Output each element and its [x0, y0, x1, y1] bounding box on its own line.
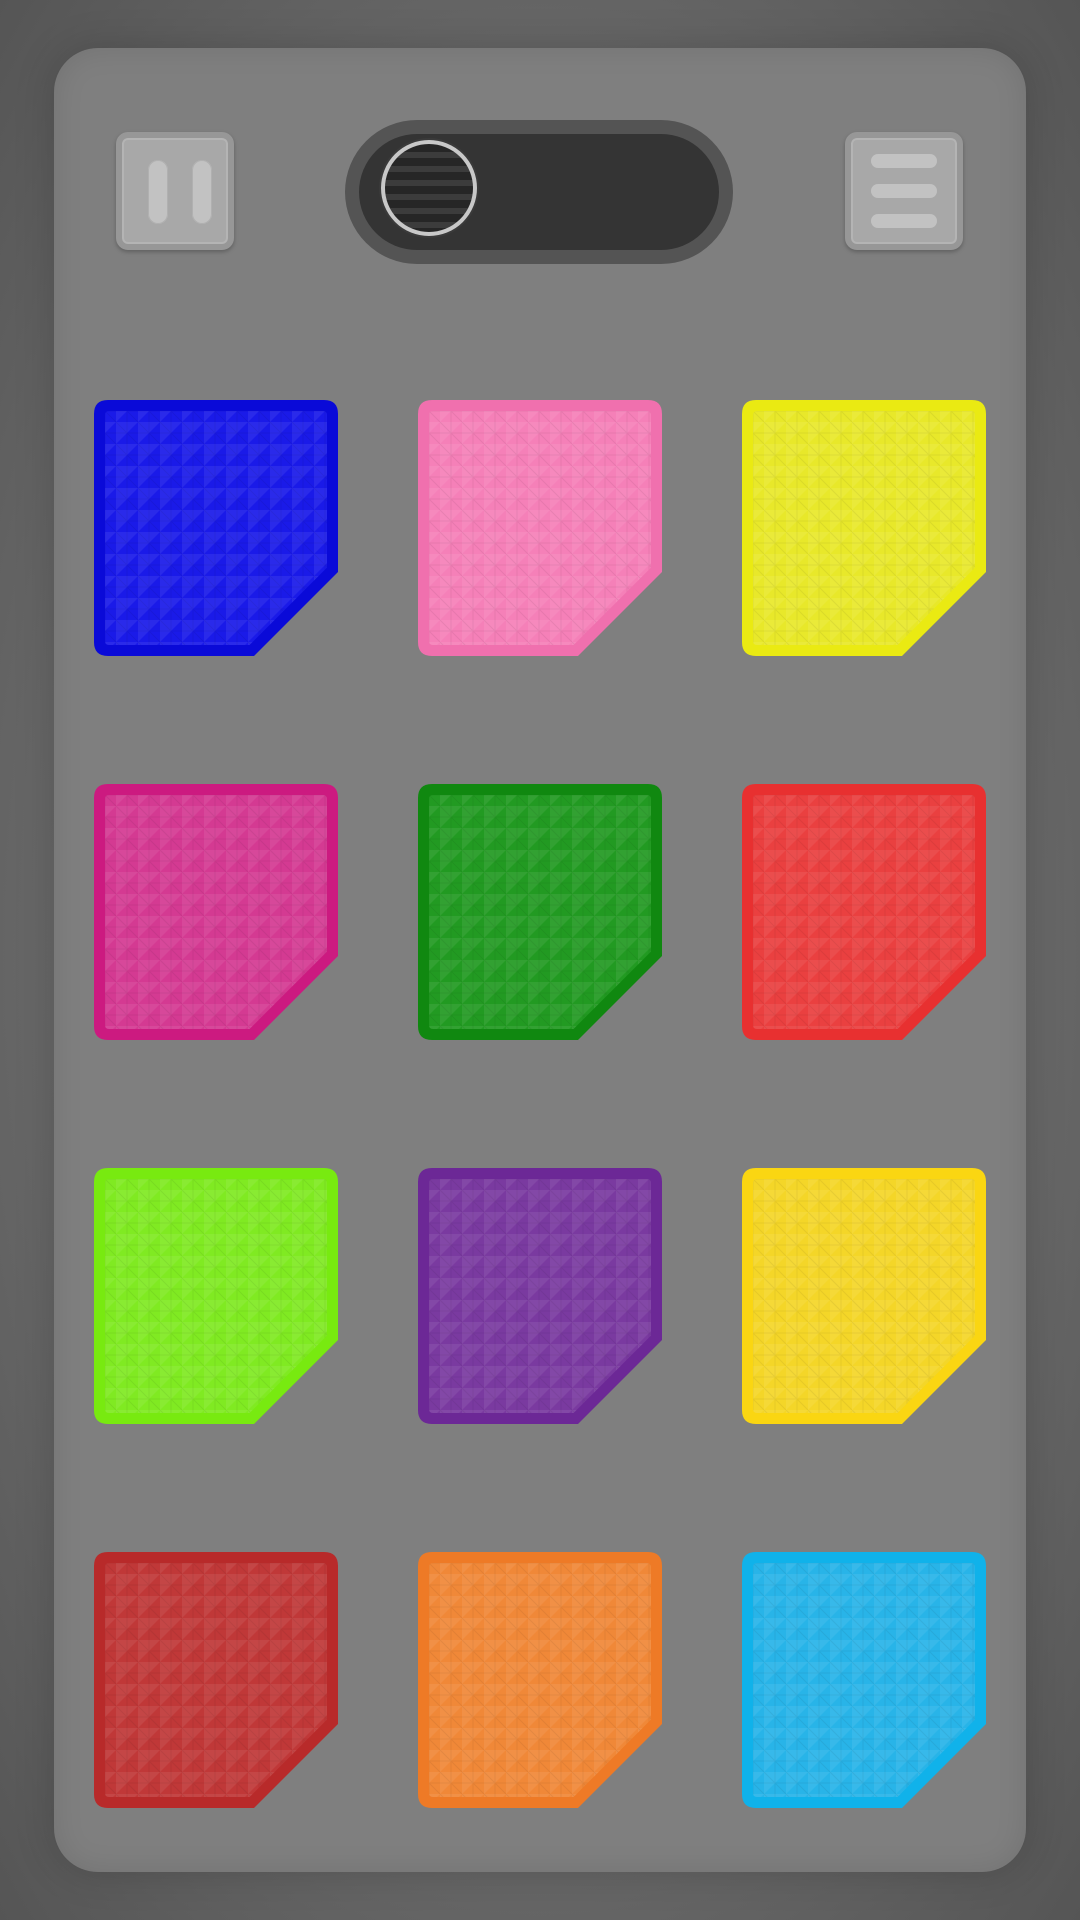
tile-skyblue[interactable]: [742, 1552, 986, 1808]
tile-red[interactable]: [742, 784, 986, 1040]
tile-green[interactable]: [418, 784, 662, 1040]
tile-skyblue-shape: [742, 1552, 986, 1808]
tile-pink[interactable]: [418, 400, 662, 656]
tile-pink-shape: [418, 400, 662, 656]
tile-green-shape: [418, 784, 662, 1040]
menu-icon-line: [871, 184, 937, 198]
tile-purple-shape: [418, 1168, 662, 1424]
tile-darkred[interactable]: [94, 1552, 338, 1808]
menu-icon-line: [871, 214, 937, 228]
tile-orange-shape: [418, 1552, 662, 1808]
toggle-knob[interactable]: [381, 140, 477, 236]
tile-orange[interactable]: [418, 1552, 662, 1808]
tile-magenta[interactable]: [94, 784, 338, 1040]
hamburger-menu-icon: [871, 154, 937, 168]
tile-gold-shape: [742, 1168, 986, 1424]
tile-gold[interactable]: [742, 1168, 986, 1424]
tile-blue[interactable]: [94, 400, 338, 656]
menu-button[interactable]: [845, 132, 963, 250]
tile-yellow[interactable]: [742, 400, 986, 656]
tile-blue-shape: [94, 400, 338, 656]
tile-red-shape: [742, 784, 986, 1040]
tile-darkred-shape: [94, 1552, 338, 1808]
tile-yellow-shape: [742, 400, 986, 656]
pause-button[interactable]: [116, 132, 234, 250]
tile-lime[interactable]: [94, 1168, 338, 1424]
pause-icon-bar: [192, 160, 212, 224]
pause-icon: [148, 160, 168, 224]
tile-lime-shape: [94, 1168, 338, 1424]
tile-magenta-shape: [94, 784, 338, 1040]
tile-purple[interactable]: [418, 1168, 662, 1424]
toggle-track: [359, 134, 719, 250]
toggle-switch[interactable]: [345, 120, 733, 264]
